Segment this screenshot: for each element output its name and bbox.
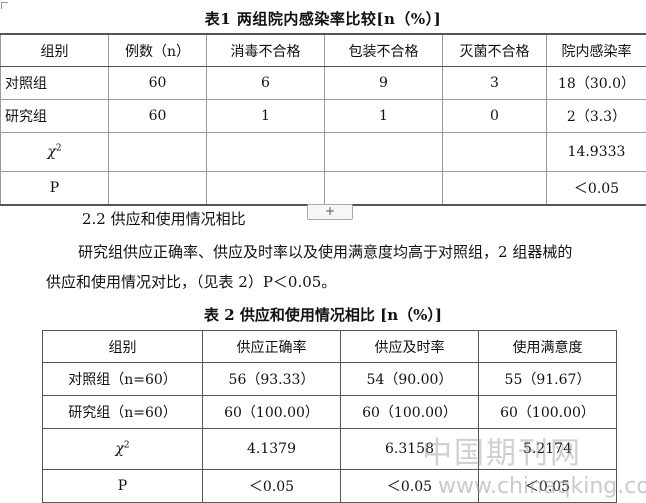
table2-cell: 56（93.33）: [203, 363, 341, 396]
table1-cell: 2（3.3）: [547, 100, 646, 133]
table2-cell: 60（100.00）: [341, 396, 479, 429]
table2-header-accuracy: 供应正确率: [203, 331, 341, 363]
table-row: P ＜0.05: [1, 172, 646, 206]
table1-cell: 9: [325, 67, 443, 100]
table1-cell: 研究组: [1, 100, 109, 133]
table1-cell: [109, 133, 207, 172]
table1-cell: [325, 133, 443, 172]
table2-header-group: 组别: [43, 331, 203, 363]
table1-cell: 60: [109, 67, 207, 100]
table1-cell: 18（30.0）: [547, 67, 646, 100]
table2-p-label: P: [43, 470, 203, 503]
section-heading: 2.2 供应和使用情况相比: [82, 208, 246, 229]
table2-cell: 4.1379: [203, 429, 341, 470]
table2-cell: 54（90.00）: [341, 363, 479, 396]
table1-header-sterilization: 灭菌不合格: [443, 34, 547, 67]
table1-header-infection-rate: 院内感染率: [547, 34, 646, 67]
table2-cell: 60（100.00）: [203, 396, 341, 429]
table2-cell: 60（100.00）: [479, 396, 617, 429]
table1-cell: 1: [325, 100, 443, 133]
paragraph-line: 研究组供应正确率、供应及时率以及使用满意度均高于对照组，2 组器械的: [78, 241, 572, 262]
table1-cell: [443, 133, 547, 172]
table1-p-label: P: [1, 172, 109, 206]
table1-cell: [325, 172, 443, 206]
table2-title: 表 2 供应和使用情况相比 [n（%）]: [0, 304, 646, 325]
insert-row-button[interactable]: +: [307, 204, 353, 220]
table-row: 研究组 60 1 1 0 2（3.3）: [1, 100, 646, 133]
table1-header-count: 例数（n）: [109, 34, 207, 67]
table2-header-row: 组别 供应正确率 供应及时率 使用满意度: [43, 331, 617, 363]
table1-cell: [207, 133, 325, 172]
table-row: 对照组（n=60） 56（93.33） 54（90.00） 55（91.67）: [43, 363, 617, 396]
table1-cell: 6: [207, 67, 325, 100]
table1-cell: 14.9333: [547, 133, 646, 172]
table2-chi-square-label: χ2: [43, 429, 203, 470]
table2-cell: 研究组（n=60）: [43, 396, 203, 429]
table1-cell: 0: [443, 100, 547, 133]
table-row: 研究组（n=60） 60（100.00） 60（100.00） 60（100.0…: [43, 396, 617, 429]
table-row: 对照组 60 6 9 3 18（30.0）: [1, 67, 646, 100]
table2-cell: 55（91.67）: [479, 363, 617, 396]
table1-chi-square-label: χ2: [1, 133, 109, 172]
table1-header-packaging: 包装不合格: [325, 34, 443, 67]
table1-cell: 1: [207, 100, 325, 133]
table-row: χ2 14.9333: [1, 133, 646, 172]
table1-cell: ＜0.05: [547, 172, 646, 206]
infection-rate-table: 组别 例数（n） 消毒不合格 包装不合格 灭菌不合格 院内感染率 对照组 60 …: [0, 33, 646, 206]
table1-cell: [109, 172, 207, 206]
table1-cell: 3: [443, 67, 547, 100]
table2-cell: ＜0.05: [203, 470, 341, 503]
table1-cell: 60: [109, 100, 207, 133]
table1-header-disinfection: 消毒不合格: [207, 34, 325, 67]
table1-cell: [443, 172, 547, 206]
table2-cell: 对照组（n=60）: [43, 363, 203, 396]
table1-cell: 对照组: [1, 67, 109, 100]
table2-header-timeliness: 供应及时率: [341, 331, 479, 363]
table1-title: 表1 两组院内感染率比较[n（%）]: [0, 8, 646, 29]
table2-header-satisfaction: 使用满意度: [479, 331, 617, 363]
table1-header-group: 组别: [1, 34, 109, 67]
paragraph-line: 供应和使用情况对比，（见表 2）P＜0.05。: [46, 271, 336, 292]
table1-cell: [207, 172, 325, 206]
watermark-url: www.chinaqking.com: [438, 474, 646, 499]
watermark-text: 中国期刊网: [422, 428, 582, 472]
table1-header-row: 组别 例数（n） 消毒不合格 包装不合格 灭菌不合格 院内感染率: [1, 34, 646, 67]
